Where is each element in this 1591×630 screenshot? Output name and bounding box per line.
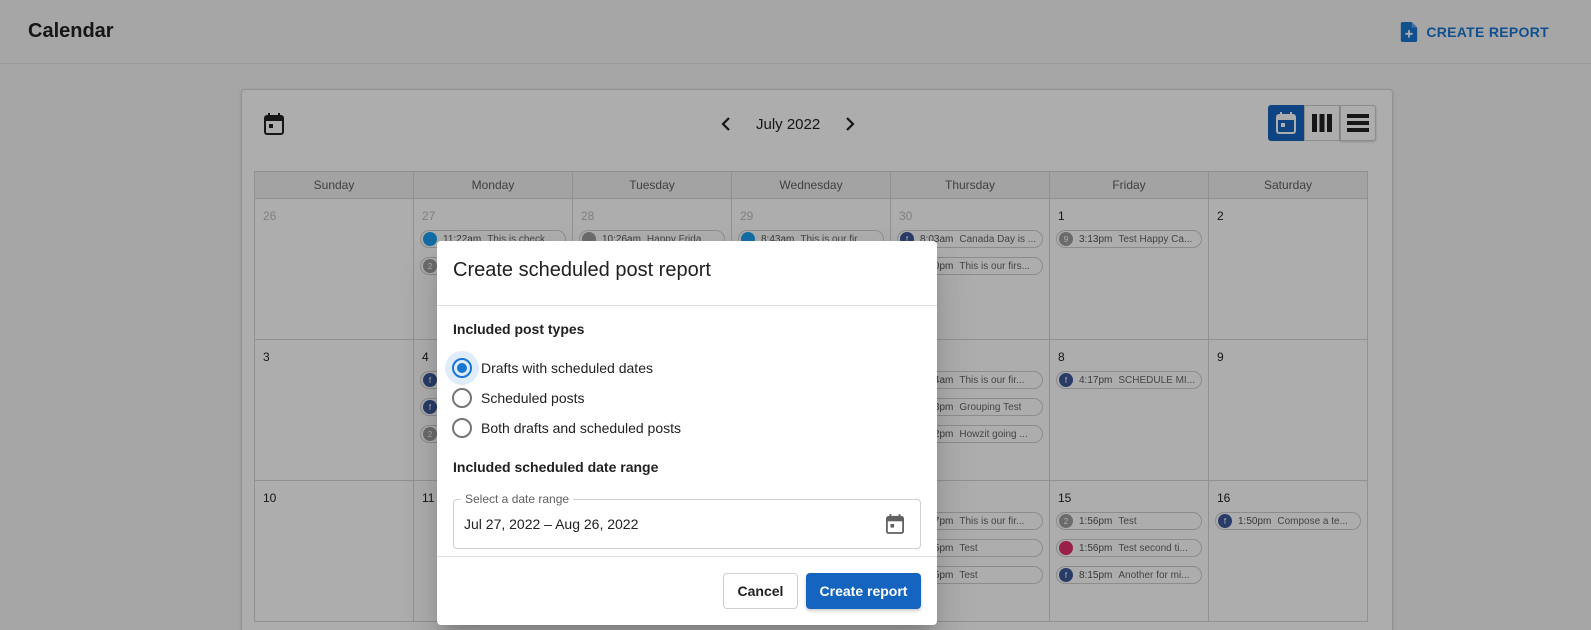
divider [437, 556, 937, 557]
cancel-button[interactable]: Cancel [723, 573, 798, 609]
create-report-submit-button[interactable]: Create report [806, 573, 921, 609]
radio-label: Scheduled posts [481, 390, 585, 406]
calendar-icon [886, 514, 904, 534]
radio-button[interactable] [445, 411, 479, 445]
date-field-legend: Select a date range [461, 492, 574, 506]
radio-label: Both drafts and scheduled posts [481, 420, 682, 436]
date-range-label: Included scheduled date range [453, 459, 659, 475]
create-report-dialog: Create scheduled post report Included po… [437, 241, 937, 625]
radio-both[interactable]: Both drafts and scheduled posts [445, 411, 681, 445]
radio-button[interactable] [445, 351, 479, 385]
dialog-title: Create scheduled post report [453, 259, 711, 281]
radio-drafts[interactable]: Drafts with scheduled dates [445, 351, 653, 385]
date-range-field[interactable]: Select a date range Jul 27, 2022 – Aug 2… [453, 492, 921, 549]
post-types-label: Included post types [453, 321, 585, 337]
radio-button[interactable] [445, 381, 479, 415]
date-range-value[interactable]: Jul 27, 2022 – Aug 26, 2022 [464, 516, 638, 532]
date-picker-button[interactable] [884, 513, 906, 535]
radio-label: Drafts with scheduled dates [481, 360, 653, 376]
radio-scheduled[interactable]: Scheduled posts [445, 381, 585, 415]
divider [437, 305, 937, 306]
